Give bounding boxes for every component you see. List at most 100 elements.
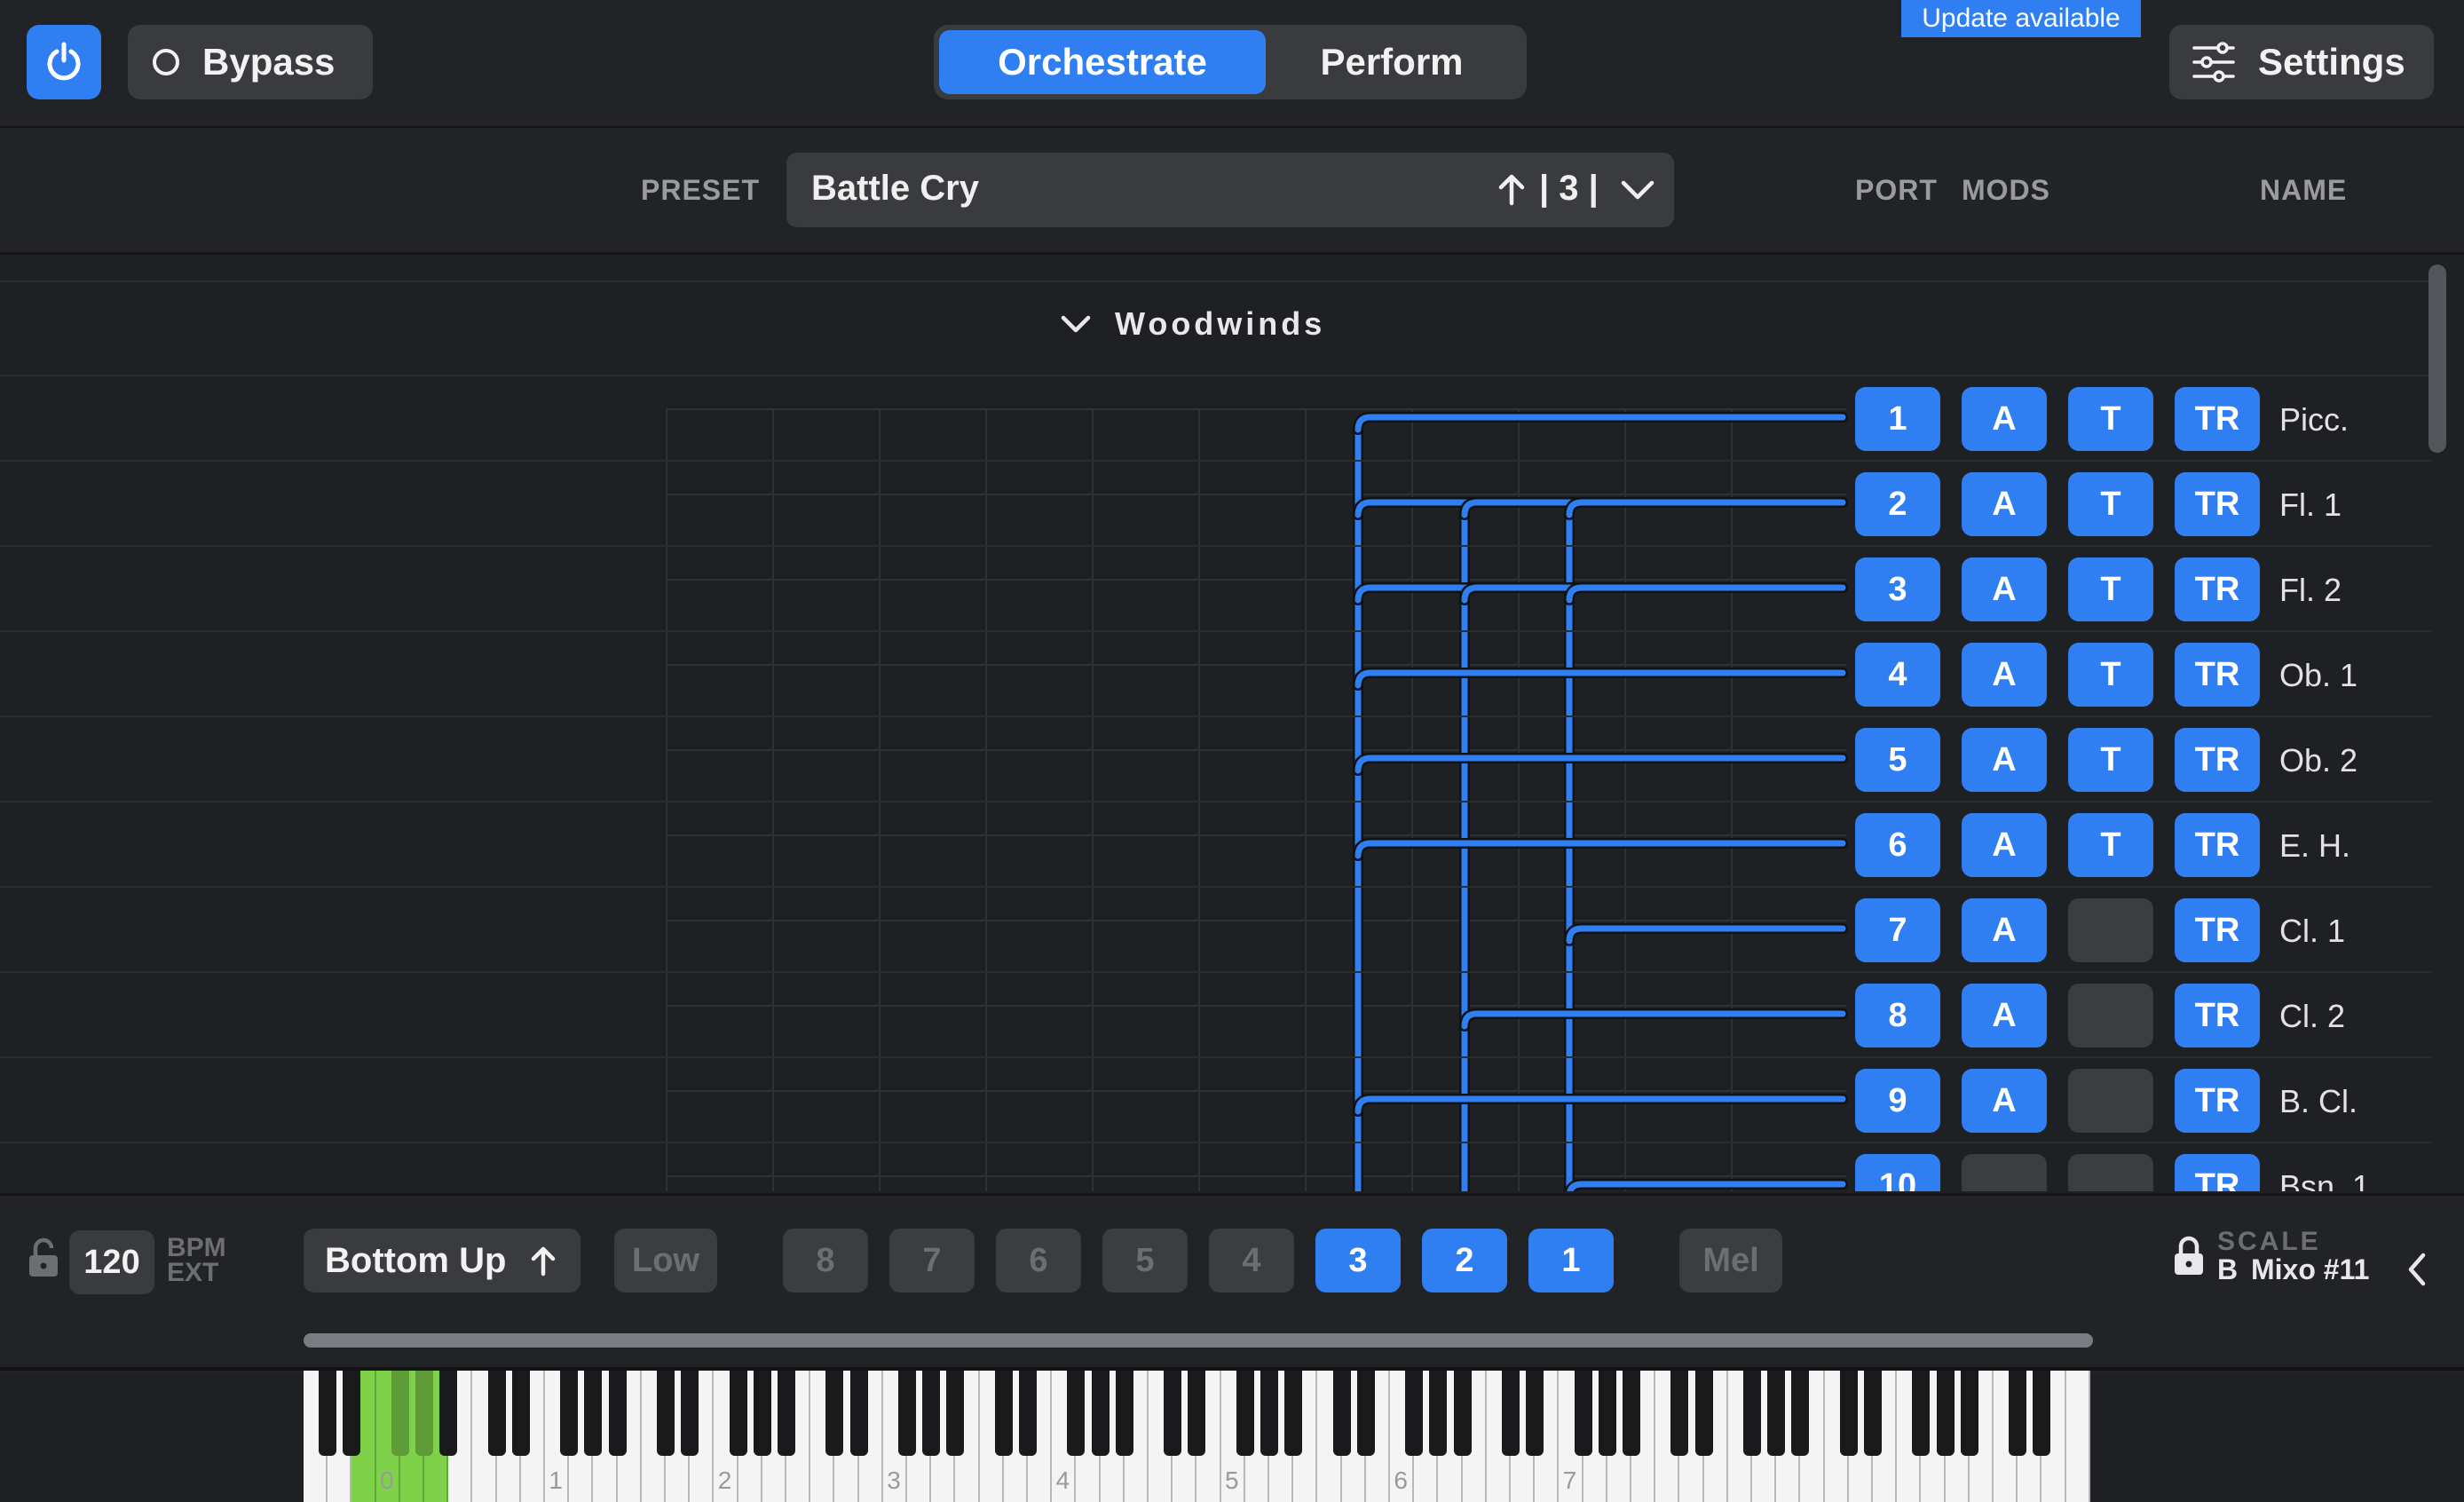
black-key[interactable]: [1260, 1371, 1278, 1456]
black-key[interactable]: [657, 1371, 675, 1456]
mod-t-toggle[interactable]: T: [2068, 728, 2153, 792]
port-button[interactable]: 7: [1855, 898, 1940, 962]
black-key[interactable]: [1284, 1371, 1303, 1456]
black-key[interactable]: [439, 1371, 458, 1456]
black-key[interactable]: [898, 1371, 916, 1456]
instrument-name[interactable]: Fl. 1: [2279, 486, 2342, 524]
mod-a-toggle[interactable]: A: [1962, 813, 2047, 877]
chevron-down-icon[interactable]: [1620, 176, 1655, 202]
instrument-name[interactable]: E. H.: [2279, 827, 2350, 865]
keyboard-range-scrollbar[interactable]: [304, 1333, 2093, 1348]
mod-a-toggle[interactable]: A: [1962, 387, 2047, 451]
bpm-value[interactable]: 120: [69, 1230, 154, 1294]
unlocked-icon[interactable]: [25, 1237, 62, 1280]
black-key[interactable]: [1429, 1371, 1448, 1456]
black-key[interactable]: [319, 1371, 337, 1456]
black-key[interactable]: [922, 1371, 941, 1456]
mod-t-toggle[interactable]: [2068, 898, 2153, 962]
melody-button[interactable]: Mel: [1679, 1229, 1782, 1293]
black-key[interactable]: [994, 1371, 1013, 1456]
black-key[interactable]: [1694, 1371, 1713, 1456]
black-key[interactable]: [1526, 1371, 1544, 1456]
black-key[interactable]: [1623, 1371, 1640, 1456]
black-key[interactable]: [681, 1371, 699, 1456]
white-key[interactable]: [2065, 1371, 2090, 1502]
voice-level-button[interactable]: 1: [1528, 1229, 1614, 1293]
black-key[interactable]: [1115, 1371, 1133, 1456]
black-key[interactable]: [1019, 1371, 1037, 1456]
black-key[interactable]: [946, 1371, 965, 1456]
black-key[interactable]: [1839, 1371, 1858, 1456]
black-key[interactable]: [729, 1371, 747, 1456]
port-button[interactable]: 8: [1855, 984, 1940, 1047]
black-key[interactable]: [1067, 1371, 1086, 1456]
black-key[interactable]: [1405, 1371, 1424, 1456]
mod-tr-toggle[interactable]: TR: [2175, 813, 2260, 877]
black-key[interactable]: [487, 1371, 506, 1456]
black-key[interactable]: [2009, 1371, 2027, 1456]
mod-a-toggle[interactable]: A: [1962, 1069, 2047, 1133]
black-key[interactable]: [778, 1371, 795, 1456]
black-key[interactable]: [825, 1371, 844, 1456]
voice-level-button[interactable]: 2: [1422, 1229, 1507, 1293]
mod-a-toggle[interactable]: A: [1962, 898, 2047, 962]
vertical-scrollbar[interactable]: [2428, 265, 2446, 453]
instrument-name[interactable]: Picc.: [2279, 401, 2349, 439]
port-button[interactable]: 1: [1855, 387, 1940, 451]
mod-tr-toggle[interactable]: TR: [2175, 728, 2260, 792]
black-key[interactable]: [1091, 1371, 1110, 1456]
tab-perform[interactable]: Perform: [1269, 30, 1514, 94]
mod-a-toggle[interactable]: A: [1962, 643, 2047, 707]
chevron-left-icon[interactable]: [2405, 1252, 2428, 1287]
piano-keyboard[interactable]: 0 1 2 3 4 5 6 7: [304, 1371, 2093, 1502]
port-button[interactable]: 6: [1855, 813, 1940, 877]
scale-name[interactable]: Mixo #11: [2251, 1253, 2369, 1286]
black-key[interactable]: [1767, 1371, 1786, 1456]
power-button[interactable]: [27, 25, 101, 99]
black-key[interactable]: [391, 1371, 409, 1456]
instrument-name[interactable]: Fl. 2: [2279, 572, 2342, 609]
mod-tr-toggle[interactable]: TR: [2175, 643, 2260, 707]
black-key[interactable]: [1332, 1371, 1351, 1456]
low-button[interactable]: Low: [614, 1229, 717, 1293]
mod-tr-toggle[interactable]: TR: [2175, 898, 2260, 962]
mod-a-toggle[interactable]: A: [1962, 984, 2047, 1047]
black-key[interactable]: [1598, 1371, 1616, 1456]
port-button[interactable]: 10: [1855, 1154, 1940, 1191]
mod-t-toggle[interactable]: T: [2068, 472, 2153, 536]
mod-tr-toggle[interactable]: TR: [2175, 1069, 2260, 1133]
black-key[interactable]: [1791, 1371, 1810, 1456]
voice-level-button[interactable]: 8: [783, 1229, 868, 1293]
black-key[interactable]: [753, 1371, 771, 1456]
black-key[interactable]: [1574, 1371, 1592, 1456]
black-key[interactable]: [560, 1371, 579, 1456]
voice-level-button[interactable]: 6: [996, 1229, 1081, 1293]
voice-level-button[interactable]: 7: [889, 1229, 975, 1293]
mod-t-toggle[interactable]: T: [2068, 557, 2153, 621]
black-key[interactable]: [415, 1371, 433, 1456]
mod-tr-toggle[interactable]: TR: [2175, 472, 2260, 536]
black-key[interactable]: [584, 1371, 603, 1456]
black-key[interactable]: [1236, 1371, 1254, 1456]
mod-a-toggle[interactable]: [1962, 1154, 2047, 1191]
mod-tr-toggle[interactable]: TR: [2175, 1154, 2260, 1191]
arrow-up-icon[interactable]: [1497, 171, 1527, 207]
port-button[interactable]: 4: [1855, 643, 1940, 707]
black-key[interactable]: [1164, 1371, 1182, 1456]
instrument-name[interactable]: Ob. 1: [2279, 657, 2357, 694]
black-key[interactable]: [1960, 1371, 1978, 1456]
mod-tr-toggle[interactable]: TR: [2175, 984, 2260, 1047]
black-key[interactable]: [2033, 1371, 2051, 1456]
mod-t-toggle[interactable]: T: [2068, 387, 2153, 451]
black-key[interactable]: [511, 1371, 530, 1456]
instrument-name[interactable]: Ob. 2: [2279, 742, 2357, 779]
settings-button[interactable]: Settings: [2169, 25, 2434, 99]
black-key[interactable]: [1864, 1371, 1882, 1456]
instrument-name[interactable]: Cl. 2: [2279, 998, 2345, 1035]
mod-t-toggle[interactable]: [2068, 984, 2153, 1047]
port-button[interactable]: 5: [1855, 728, 1940, 792]
mod-t-toggle[interactable]: T: [2068, 813, 2153, 877]
lock-icon[interactable]: [2171, 1236, 2207, 1277]
black-key[interactable]: [1356, 1371, 1375, 1456]
mod-tr-toggle[interactable]: TR: [2175, 387, 2260, 451]
